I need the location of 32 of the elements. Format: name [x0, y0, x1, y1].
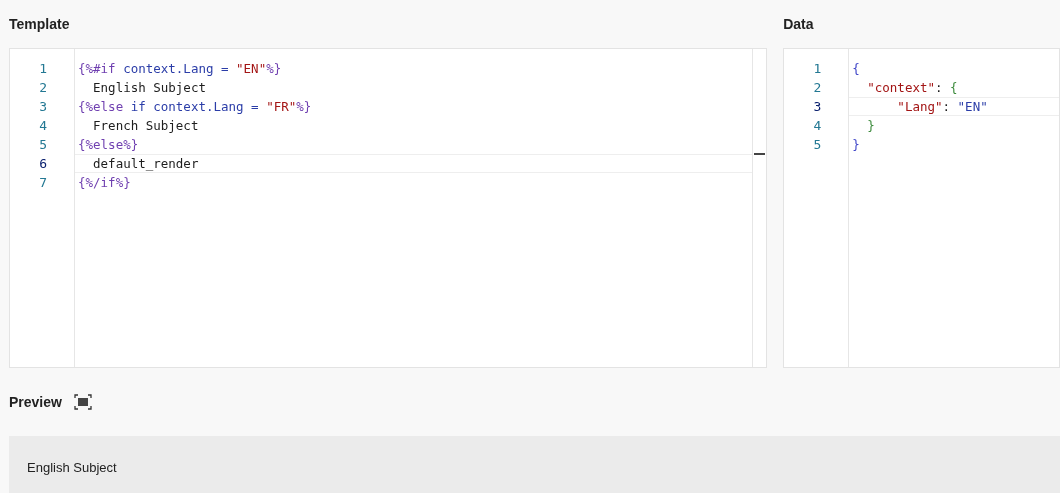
line-number: 3	[39, 98, 47, 116]
line-number: 1	[813, 60, 822, 78]
line-number: 4	[39, 117, 47, 135]
code-line: }	[866, 117, 876, 135]
code-line: {%#if context.Lang = "EN"%}	[77, 60, 283, 78]
code-line: {%else%}	[77, 136, 140, 154]
code-line: English Subject	[92, 79, 207, 97]
line-number: 5	[39, 136, 47, 154]
code-editor[interactable]: 1 2 3 4 5 { "context": { "Lang": "EN" } }	[783, 48, 1060, 368]
scroll-marker	[754, 153, 766, 155]
code-line: "context": {	[866, 79, 959, 97]
fullscreen-icon[interactable]	[73, 394, 92, 410]
line-number: 7	[39, 174, 47, 192]
line-number: 3	[813, 98, 822, 116]
line-number: 2	[813, 79, 822, 97]
preview-text: English Subject	[27, 460, 117, 475]
code-line: {	[851, 60, 861, 78]
line-number: 5	[813, 136, 822, 154]
line-number: 1	[39, 60, 47, 78]
panel-title: Template	[9, 16, 70, 32]
code-line: French Subject	[92, 117, 200, 135]
line-number: 2	[39, 79, 47, 97]
code-line: "Lang": "EN"	[849, 97, 1059, 116]
code-line: {%else if context.Lang = "FR"%}	[77, 98, 313, 116]
line-number: 6	[39, 155, 47, 173]
preview-title: Preview	[9, 394, 62, 410]
code-line: }	[851, 136, 861, 154]
panel-title: Data	[783, 16, 814, 32]
code-line: {%/if%}	[77, 174, 132, 192]
code-line: default_render	[75, 154, 753, 173]
code-editor[interactable]: 1 2 3 4 5 6 7 {%#if context.Lang = "EN"%} English Subject {%else if context.Lang = "FR"%} French Subject {%else%} default_render {%/if%}	[9, 48, 768, 368]
line-number: 4	[813, 117, 822, 135]
